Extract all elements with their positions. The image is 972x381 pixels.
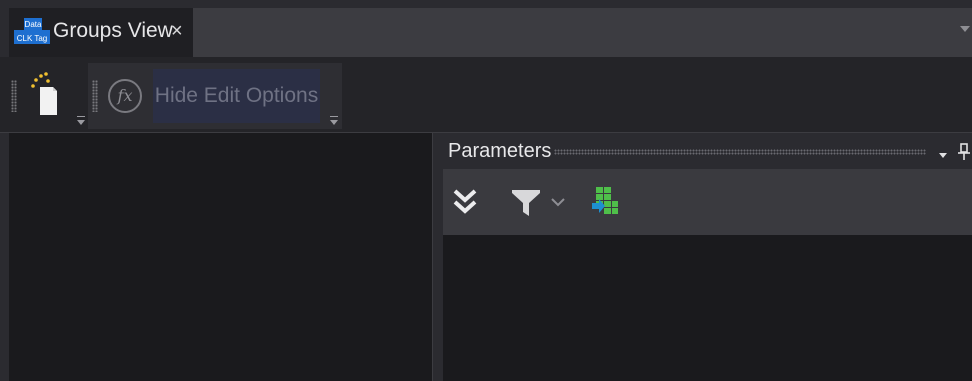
tab-icon-line1: Data <box>25 20 42 29</box>
filter-icon[interactable] <box>510 186 542 218</box>
filter-dropdown-chevron-down-icon[interactable] <box>550 196 566 208</box>
panel-menu-chevron-down-icon[interactable] <box>939 153 947 158</box>
new-document-icon[interactable] <box>27 69 61 119</box>
pin-icon[interactable] <box>957 143 971 161</box>
tab-title: Groups View <box>53 19 173 42</box>
tab-close-button[interactable]: × <box>171 14 183 48</box>
parameters-title: Parameters <box>448 140 552 162</box>
tab-overflow-chevron-down-icon[interactable] <box>960 26 970 32</box>
grid-export-icon[interactable] <box>590 185 620 218</box>
groups-pane[interactable] <box>9 133 432 381</box>
pane-splitter[interactable] <box>432 133 443 381</box>
toolbar-overflow-line <box>77 116 85 117</box>
toolbar-overflow-chevron-icon[interactable] <box>330 120 338 125</box>
hide-edit-options-button[interactable]: Hide Edit Options <box>153 69 320 123</box>
toolbar-overflow-chevron-icon[interactable] <box>77 120 85 125</box>
toolbar-grip[interactable] <box>92 80 98 112</box>
tab-icon-line2: CLK Tag <box>17 34 48 43</box>
toolbar-grip[interactable] <box>11 80 17 112</box>
collapse-all-icon[interactable] <box>452 186 478 218</box>
data-clk-tag-icon: Data CLK Tag <box>14 18 50 44</box>
panel-drag-grip[interactable] <box>554 149 926 155</box>
function-fx-button[interactable]: fx <box>108 79 142 113</box>
parameters-list[interactable] <box>443 235 972 381</box>
toolbar-overflow-line <box>330 116 338 117</box>
